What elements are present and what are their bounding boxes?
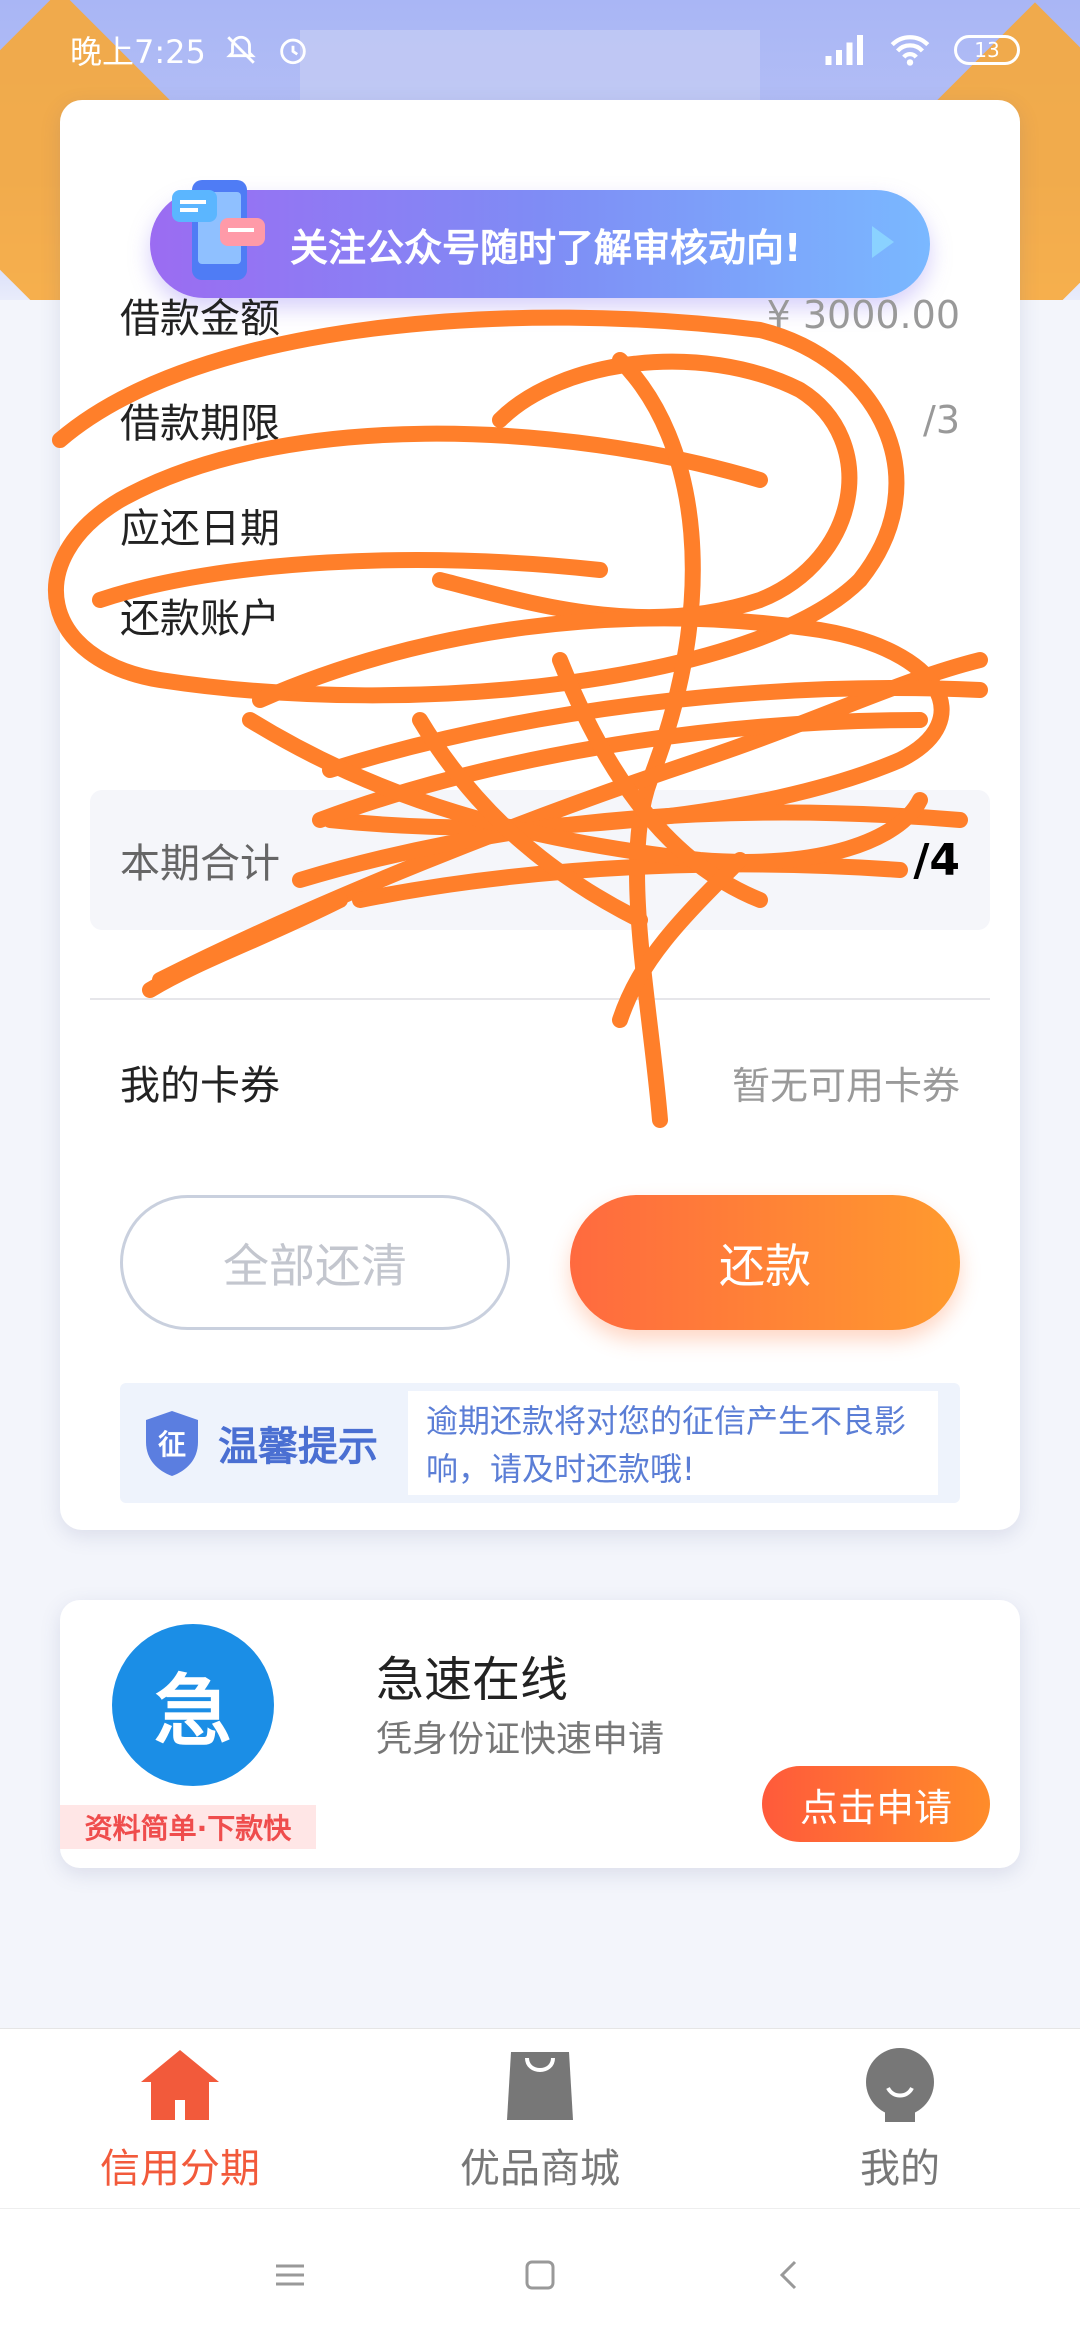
repay-all-button[interactable]: 全部还清 [120,1195,510,1330]
nav-label-mine: 我的 [860,2145,940,2192]
nav-label-mall: 优品商城 [460,2145,620,2192]
nav-item-mine[interactable]: 我的 [750,2044,1050,2194]
status-bar: 晚上7:25 13 [0,0,1080,100]
arrow-right-icon [872,226,894,258]
total-amount: /4 [913,834,960,886]
repayment-card: 关注公众号随时了解审核动向! 借款金额 ¥ 3000.00 借款期限 /3 应还… [60,100,1020,1530]
loan-term-row: 借款期限 /3 [120,375,960,465]
ad-card[interactable]: 急 资料简单·下款快 急速在线 凭身份证快速申请 点击申请 [60,1600,1020,1868]
shopping-bag-icon [507,2051,573,2120]
coupon-label: 我的卡券 [120,1063,280,1109]
repay-button[interactable]: 还款 [570,1195,960,1330]
loan-amount-row: 借款金额 ¥ 3000.00 [120,270,960,360]
battery-indicator: 13 [954,35,1020,65]
repay-account-row[interactable]: 还款账户 [120,570,960,660]
home-square-icon[interactable] [520,2255,560,2295]
menu-icon[interactable] [270,2255,310,2295]
banner-text: 关注公众号随时了解审核动向! [290,225,802,270]
nav-item-mall[interactable]: 优品商城 [390,2044,690,2194]
loan-amount-value: ¥ 3000.00 [766,293,960,337]
nav-item-credit[interactable]: 信用分期 [30,2044,330,2194]
tip-title: 温馨提示 [218,1424,378,1470]
back-icon[interactable] [770,2255,810,2295]
loan-amount-label: 借款金额 [120,296,280,342]
ad-tag: 资料简单·下款快 [60,1805,316,1849]
bottom-nav: 信用分期 优品商城 我的 [0,2028,1080,2208]
profile-icon [866,2047,934,2122]
signal-icon [825,35,863,65]
loan-term-label: 借款期限 [120,401,280,447]
apply-button[interactable]: 点击申请 [762,1766,990,1842]
status-time: 晚上7:25 [70,33,206,71]
ad-title: 急速在线 [376,1652,569,1708]
system-nav-bar [0,2208,1080,2340]
repay-account-label: 还款账户 [120,596,280,642]
home-icon [141,2049,219,2120]
wifi-icon [890,35,930,66]
ad-subtitle: 凭身份证快速申请 [376,1719,665,1760]
nav-label-credit: 信用分期 [100,2145,260,2192]
shield-icon-label: 征 [158,1428,186,1461]
due-date-label: 应还日期 [120,506,280,552]
coupon-value: 暂无可用卡券 [731,1063,960,1108]
alarm-icon [280,38,306,65]
total-label: 本期合计 [120,841,280,887]
current-total-box: 本期合计 /4 [90,790,990,930]
loan-term-value: /3 [923,398,960,442]
shield-icon: 征 [146,1411,198,1476]
tip-text: 逾期还款将对您的征信产生不良影响，请及时还款哦! [408,1391,938,1495]
due-date-row: 应还日期 [120,480,960,570]
bell-muted-icon [226,35,256,64]
warm-tip: 征 温馨提示 逾期还款将对您的征信产生不良影响，请及时还款哦! [120,1383,960,1503]
coupon-row[interactable]: 我的卡券 暂无可用卡券 [120,1037,960,1127]
divider [90,998,990,1000]
ad-app-logo: 急 [112,1624,274,1786]
